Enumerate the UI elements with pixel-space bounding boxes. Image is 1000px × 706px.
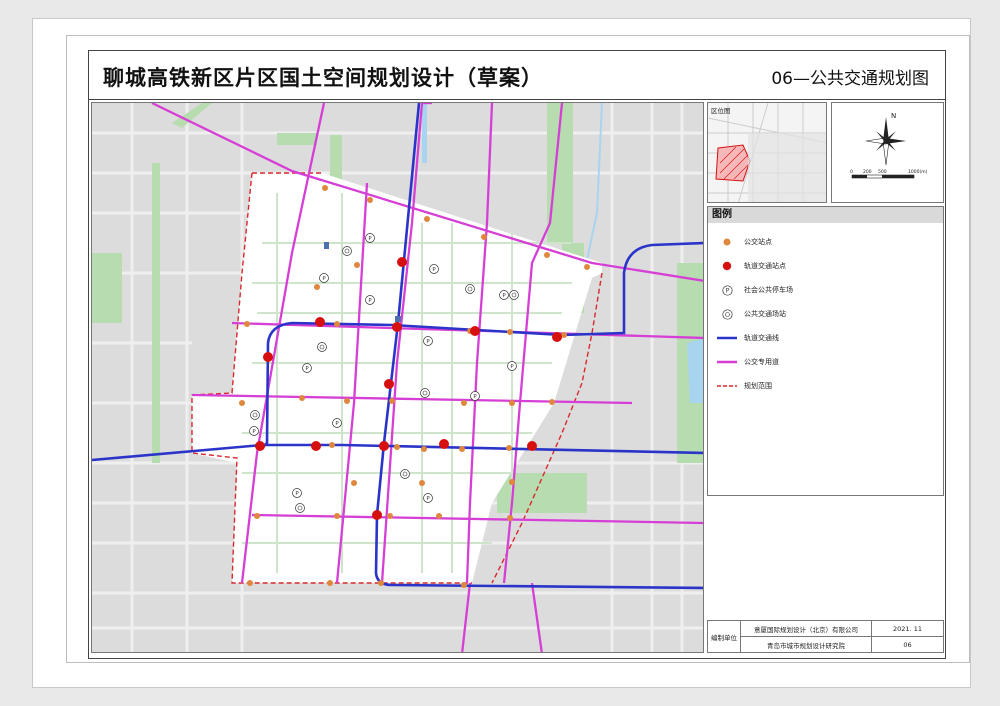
- scale-tick-label: 500: [878, 169, 887, 175]
- plan-date: 2021. 11: [872, 621, 943, 637]
- inset-map-label: 区位图: [711, 107, 731, 115]
- scale-tick-label: 200: [863, 169, 872, 175]
- location-inset-map[interactable]: 区位图: [707, 102, 827, 203]
- legend-item-rail-station: 轨道交通站点: [716, 259, 786, 273]
- legend-item-parking: P 社会公共停车场: [716, 283, 793, 297]
- sheet-number: 06: [903, 640, 912, 649]
- scale-tick-label: 0: [850, 169, 853, 175]
- legend-label: 规划范围: [744, 382, 772, 390]
- side-panel: 区位图 N 0 200 500 1000(m) 图例 公交站点 轨道交通站点 P…: [707, 102, 944, 653]
- north-arrow-icon: [865, 117, 906, 166]
- legend-item-bus-lane: 公交专用道: [716, 355, 779, 369]
- legend-item-bus-stop: 公交站点: [716, 235, 772, 249]
- landmark-building: [395, 316, 401, 322]
- legend-item-bus-depot: 公共交通场站: [716, 307, 786, 321]
- legend-label: 公交站点: [744, 238, 772, 246]
- compass-and-scale: N 0 200 500 1000(m): [831, 102, 944, 203]
- rail-station-icon: [716, 259, 738, 273]
- parking-icon: P: [716, 283, 738, 297]
- legend-item-plan-boundary: 规划范围: [716, 379, 772, 393]
- rail-line-icon: [716, 331, 738, 345]
- legend-label: 轨道交通站点: [744, 262, 786, 270]
- north-label: N: [891, 112, 896, 120]
- company-primary: 意厦国际规划设计（北京）有限公司: [741, 621, 872, 637]
- inset-map-graphic: [708, 103, 826, 202]
- legend: 图例 公交站点 轨道交通站点 P 社会公共停车场 公共交通场站 轨道交通线 公交…: [707, 206, 944, 496]
- title-block: 聊城高铁新区片区国土空间规划设计（草案） 06—公共交通规划图: [89, 51, 945, 100]
- sheet-title: 06—公共交通规划图: [771, 69, 929, 89]
- bus-depot-icon: [716, 307, 738, 321]
- svg-text:P: P: [725, 287, 729, 294]
- transit-plan-map: PPP PPP PPP PPP P: [92, 103, 703, 652]
- bus-lane-icon: [716, 355, 738, 369]
- unit-label: 编制单位: [708, 621, 741, 652]
- legend-item-rail-line: 轨道交通线: [716, 331, 779, 345]
- document-title: 聊城高铁新区片区国土空间规划设计（草案）: [103, 66, 543, 90]
- plan-boundary-icon: [716, 379, 738, 393]
- signature-block: 编制单位 意厦国际规划设计（北京）有限公司 青岛市城市规划设计研究院 2021.…: [707, 620, 944, 653]
- legend-label: 轨道交通线: [744, 334, 779, 342]
- legend-title: 图例: [708, 207, 943, 223]
- legend-label: 公交专用道: [744, 358, 779, 366]
- company-secondary: 青岛市城市规划设计研究院: [741, 637, 872, 652]
- main-map[interactable]: PPP PPP PPP PPP P: [91, 102, 704, 653]
- legend-label: 公共交通场站: [744, 310, 786, 318]
- legend-label: 社会公共停车场: [744, 286, 793, 294]
- scale-bar: [851, 174, 915, 179]
- bus-stop-icon: [716, 235, 738, 249]
- landmark-building: [324, 242, 329, 249]
- compass-graphic: N 0 200 500 1000(m): [850, 112, 928, 179]
- scale-tick-label: 1000(m): [908, 169, 928, 175]
